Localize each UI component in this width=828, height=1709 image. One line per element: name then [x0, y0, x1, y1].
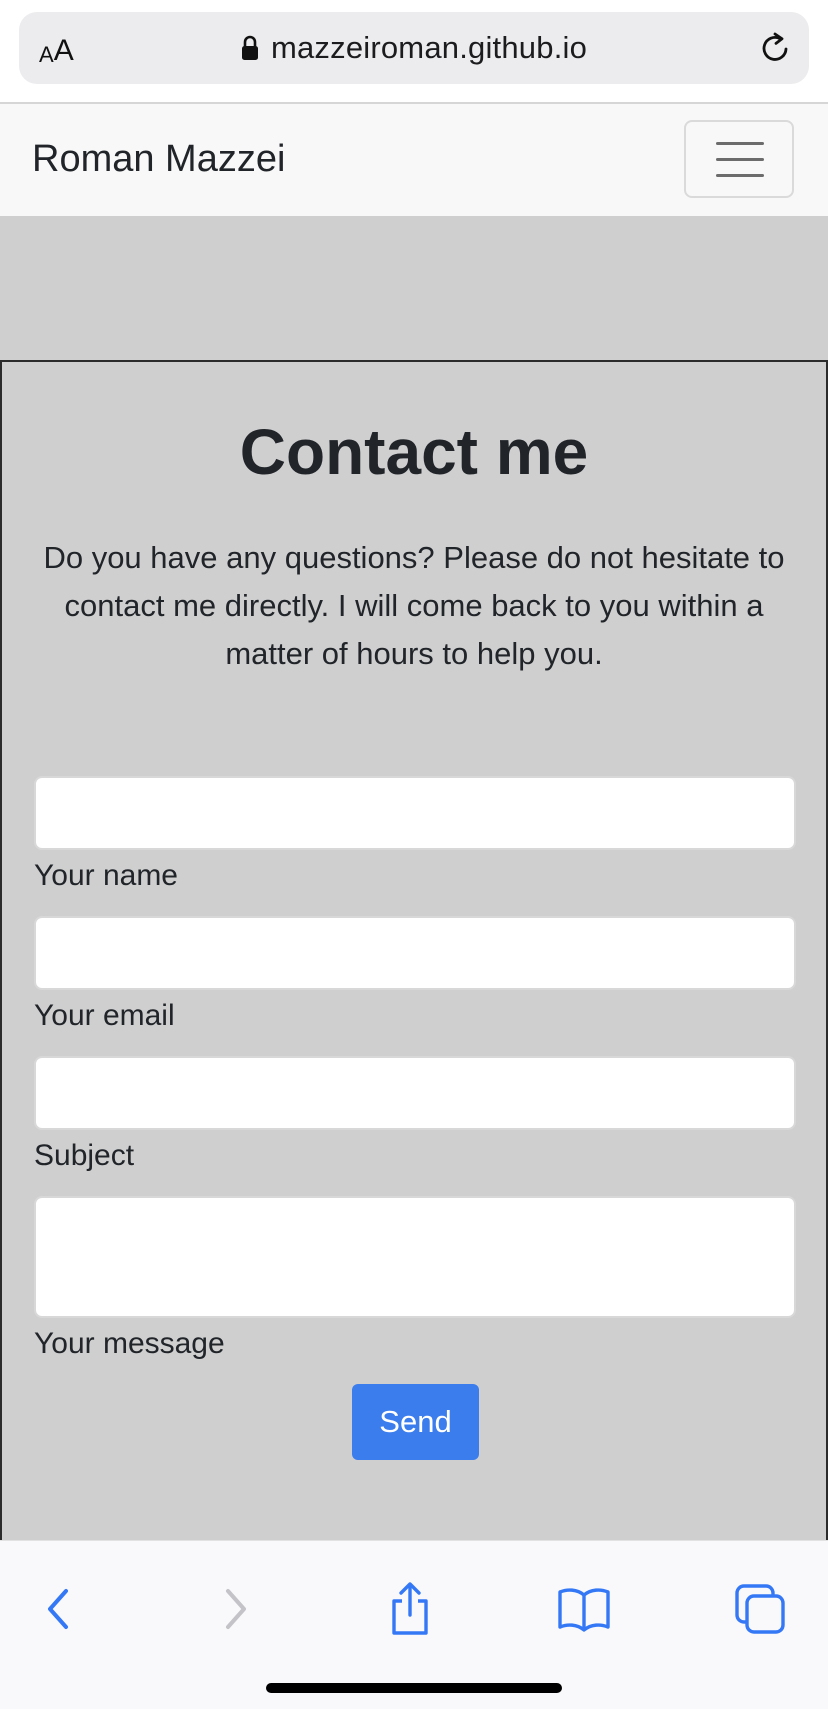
menu-toggle-button[interactable]	[684, 120, 794, 198]
lock-icon	[241, 35, 259, 61]
forward-icon[interactable]	[204, 1579, 264, 1639]
bookmarks-icon[interactable]	[554, 1579, 614, 1639]
site-navbar: Roman Mazzei	[0, 104, 828, 216]
subject-label: Subject	[34, 1139, 135, 1172]
url-text: mazzeiroman.github.io	[270, 30, 588, 65]
message-textarea[interactable]	[34, 1196, 796, 1318]
message-label: Your message	[34, 1327, 225, 1360]
url-field[interactable]: AA mazzeiroman.github.io	[19, 12, 809, 84]
text-size-small-a: A	[39, 42, 54, 67]
share-icon[interactable]	[380, 1579, 440, 1639]
browser-address-bar: AA mazzeiroman.github.io	[0, 0, 828, 104]
text-size-button[interactable]: AA	[39, 30, 74, 66]
email-input[interactable]	[34, 916, 796, 990]
send-button[interactable]: Send	[352, 1384, 479, 1460]
reload-icon[interactable]	[757, 30, 793, 66]
navbar-brand[interactable]: Roman Mazzei	[32, 134, 285, 184]
browser-toolbar	[0, 1540, 828, 1709]
name-label: Your name	[34, 859, 178, 892]
contact-section: Contact me Do you have any questions? Pl…	[0, 360, 828, 1540]
contact-intro: Do you have any questions? Please do not…	[43, 540, 785, 671]
email-label: Your email	[34, 999, 175, 1032]
contact-title: Contact me	[239, 416, 589, 488]
home-indicator	[266, 1683, 562, 1693]
name-input[interactable]	[34, 776, 796, 850]
subject-input[interactable]	[34, 1056, 796, 1130]
back-icon[interactable]	[30, 1579, 90, 1639]
page-spacer	[0, 216, 828, 360]
tabs-icon[interactable]	[730, 1579, 790, 1639]
text-size-big-a: A	[53, 34, 74, 67]
